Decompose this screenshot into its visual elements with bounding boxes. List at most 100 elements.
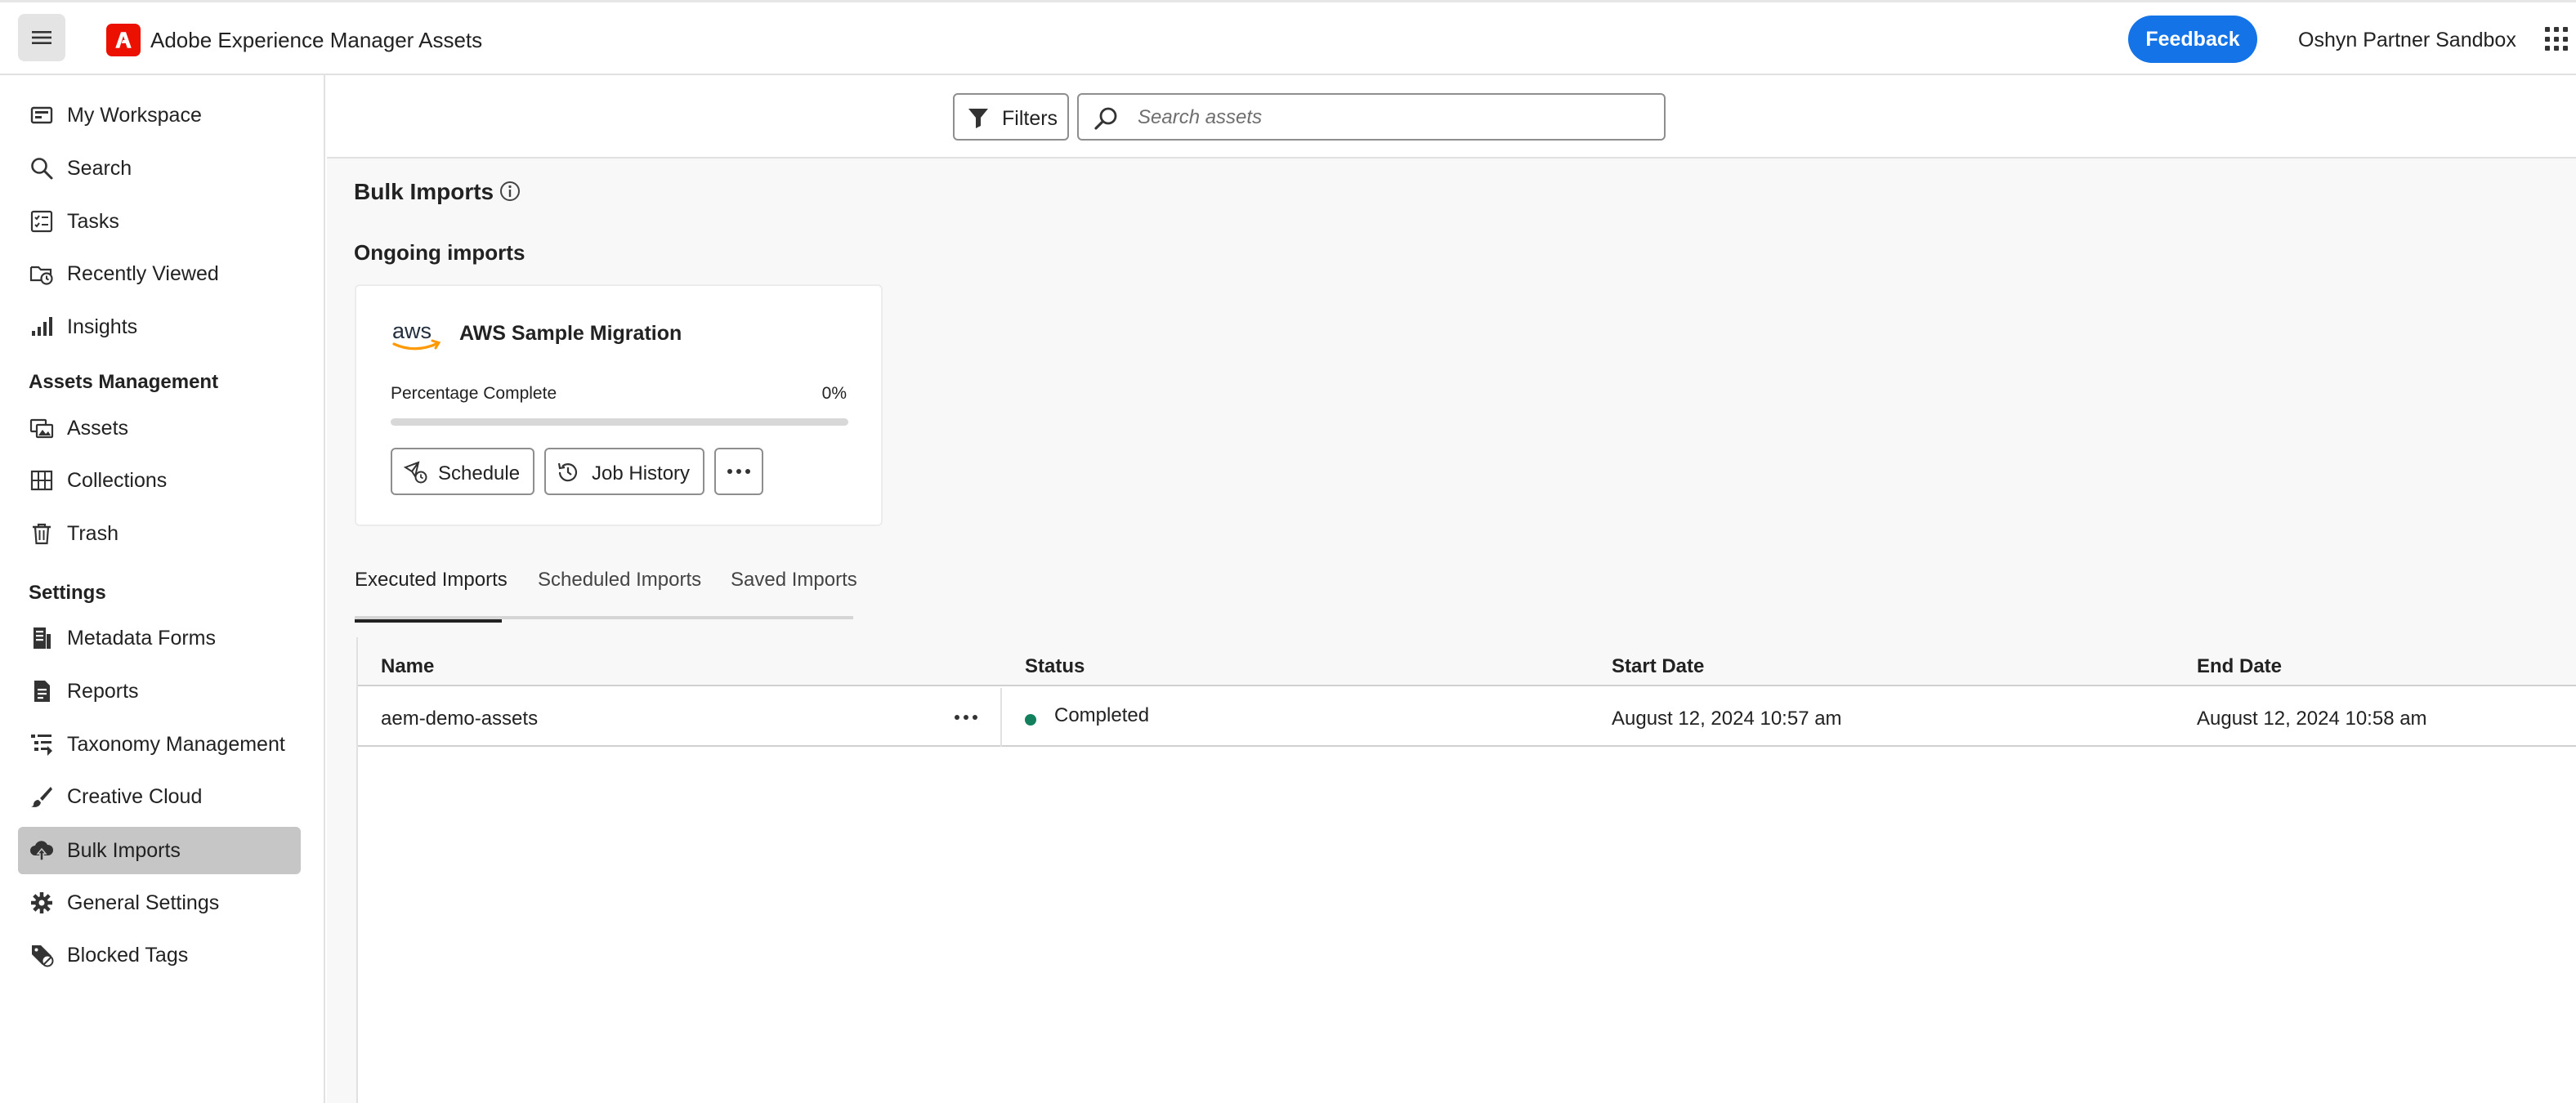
sidebar-item-search[interactable]: Search [18, 145, 301, 192]
search-input[interactable] [1138, 103, 1644, 132]
main-content: Filters Bulk Imports Ongoing imports aws… [327, 75, 2576, 1103]
cell-start-date: August 12, 2024 10:57 am [1612, 708, 1842, 730]
table-header: Name Status Start Date End Date [358, 637, 2576, 686]
org-switcher[interactable]: Oshyn Partner Sandbox [2298, 29, 2516, 52]
sidebar-item-collections[interactable]: Collections [18, 457, 301, 504]
tab-label: Saved Imports [731, 569, 857, 591]
ongoing-import-card: aws AWS Sample Migration Percentage Comp… [355, 284, 883, 526]
sidebar-item-label: Collections [67, 468, 168, 492]
search-icon [1094, 107, 1117, 130]
svg-text:aws: aws [392, 319, 432, 343]
section-heading-assets-management: Assets Management [29, 371, 219, 393]
progress-label: Percentage Complete [391, 384, 557, 403]
table-row[interactable]: aem-demo-assets Completed August 12, 202… [358, 688, 2576, 747]
hamburger-menu-button[interactable] [18, 14, 65, 61]
history-icon [557, 462, 578, 482]
status-dot-icon [1025, 714, 1036, 726]
job-history-label: Job History [592, 462, 691, 485]
job-history-button[interactable]: Job History [544, 448, 704, 495]
search-toolbar: Filters [327, 75, 2576, 159]
sidebar-item-insights[interactable]: Insights [18, 303, 301, 351]
sidebar-item-my-workspace[interactable]: My Workspace [18, 92, 301, 139]
sidebar-item-recently-viewed[interactable]: Recently Viewed [18, 250, 301, 297]
filters-label: Filters [1002, 107, 1058, 130]
assets-icon [28, 414, 56, 442]
progress-value: 0% [821, 384, 847, 403]
tasks-icon [28, 208, 56, 235]
sidebar-item-label: Creative Cloud [67, 784, 203, 808]
gear-icon [28, 889, 56, 917]
info-icon[interactable] [499, 180, 521, 203]
sidebar-item-label: Assets [67, 416, 129, 440]
sidebar-item-bulk-imports[interactable]: Bulk Imports [18, 827, 301, 874]
sidebar-item-label: Taxonomy Management [67, 732, 285, 756]
taxonomy-icon [28, 730, 56, 758]
tab-saved-imports[interactable]: Saved Imports [731, 569, 857, 619]
feedback-button[interactable]: Feedback [2128, 16, 2257, 63]
sidebar-item-assets[interactable]: Assets [18, 404, 301, 452]
app-switcher-icon[interactable] [2545, 27, 2569, 51]
brush-icon [28, 783, 56, 811]
metadata-forms-icon [28, 624, 56, 652]
column-header-name[interactable]: Name [381, 655, 434, 678]
sidebar-item-reports[interactable]: Reports [18, 668, 301, 715]
row-more-actions-button[interactable] [950, 703, 982, 732]
tab-executed-imports[interactable]: Executed Imports [355, 569, 508, 623]
search-icon [28, 154, 56, 182]
sidebar-item-label: My Workspace [67, 103, 202, 127]
recent-folder-icon [28, 260, 56, 288]
sidebar-item-taxonomy-management[interactable]: Taxonomy Management [18, 721, 301, 768]
column-header-start-date[interactable]: Start Date [1612, 655, 1704, 678]
collections-icon [28, 467, 56, 494]
column-divider [1000, 688, 1002, 747]
search-assets-field[interactable] [1077, 93, 1666, 141]
import-card-title: AWS Sample Migration [459, 322, 682, 345]
sidebar-item-creative-cloud[interactable]: Creative Cloud [18, 773, 301, 820]
sidebar: My Workspace Search Tasks Recently Viewe… [0, 75, 325, 1103]
cell-name[interactable]: aem-demo-assets [381, 708, 538, 730]
sidebar-item-label: Bulk Imports [67, 838, 181, 862]
import-tabs: Executed Imports Scheduled Imports Saved… [355, 569, 857, 623]
workspace-icon [28, 101, 56, 129]
more-icon [727, 469, 750, 474]
column-header-status[interactable]: Status [1025, 655, 1085, 678]
schedule-icon [404, 461, 427, 484]
cell-end-date: August 12, 2024 10:58 am [2197, 708, 2427, 730]
app-title[interactable]: Adobe Experience Manager Assets [150, 28, 482, 53]
sidebar-item-general-settings[interactable]: General Settings [18, 879, 301, 927]
reports-icon [28, 677, 56, 705]
aws-logo-icon: aws [392, 319, 441, 351]
sidebar-item-label: Reports [67, 679, 139, 703]
sidebar-item-metadata-forms[interactable]: Metadata Forms [18, 614, 301, 662]
progress-bar [391, 418, 848, 426]
hamburger-icon [32, 31, 51, 44]
sidebar-item-label: Tasks [67, 209, 119, 233]
sidebar-item-label: Search [67, 156, 132, 180]
tab-scheduled-imports[interactable]: Scheduled Imports [538, 569, 701, 619]
sidebar-item-label: General Settings [67, 891, 220, 914]
column-header-end-date[interactable]: End Date [2197, 655, 2282, 678]
page-title: Bulk Imports [354, 179, 494, 204]
filters-button[interactable]: Filters [953, 93, 1069, 141]
sidebar-item-tasks[interactable]: Tasks [18, 198, 301, 245]
sidebar-item-trash[interactable]: Trash [18, 510, 301, 557]
more-actions-button[interactable] [714, 448, 763, 495]
ongoing-imports-heading: Ongoing imports [354, 240, 525, 265]
schedule-button[interactable]: Schedule [391, 448, 534, 495]
bar-chart-icon [28, 313, 56, 341]
sidebar-item-label: Recently Viewed [67, 261, 219, 285]
sidebar-item-label: Insights [67, 315, 138, 338]
cloud-upload-icon [28, 837, 56, 864]
imports-table: Name Status Start Date End Date aem-demo… [356, 637, 2576, 1103]
trash-icon [28, 520, 56, 547]
sidebar-item-label: Trash [67, 521, 119, 545]
filter-funnel-icon [968, 109, 988, 128]
tab-label: Executed Imports [355, 569, 508, 591]
schedule-label: Schedule [438, 462, 521, 485]
adobe-logo-icon[interactable] [106, 24, 141, 56]
blocked-tag-icon [28, 941, 56, 969]
sidebar-item-blocked-tags[interactable]: Blocked Tags [18, 931, 301, 979]
top-bar: Adobe Experience Manager Assets Feedback… [0, 0, 2576, 75]
more-icon [955, 715, 977, 720]
section-heading-settings: Settings [29, 582, 106, 604]
